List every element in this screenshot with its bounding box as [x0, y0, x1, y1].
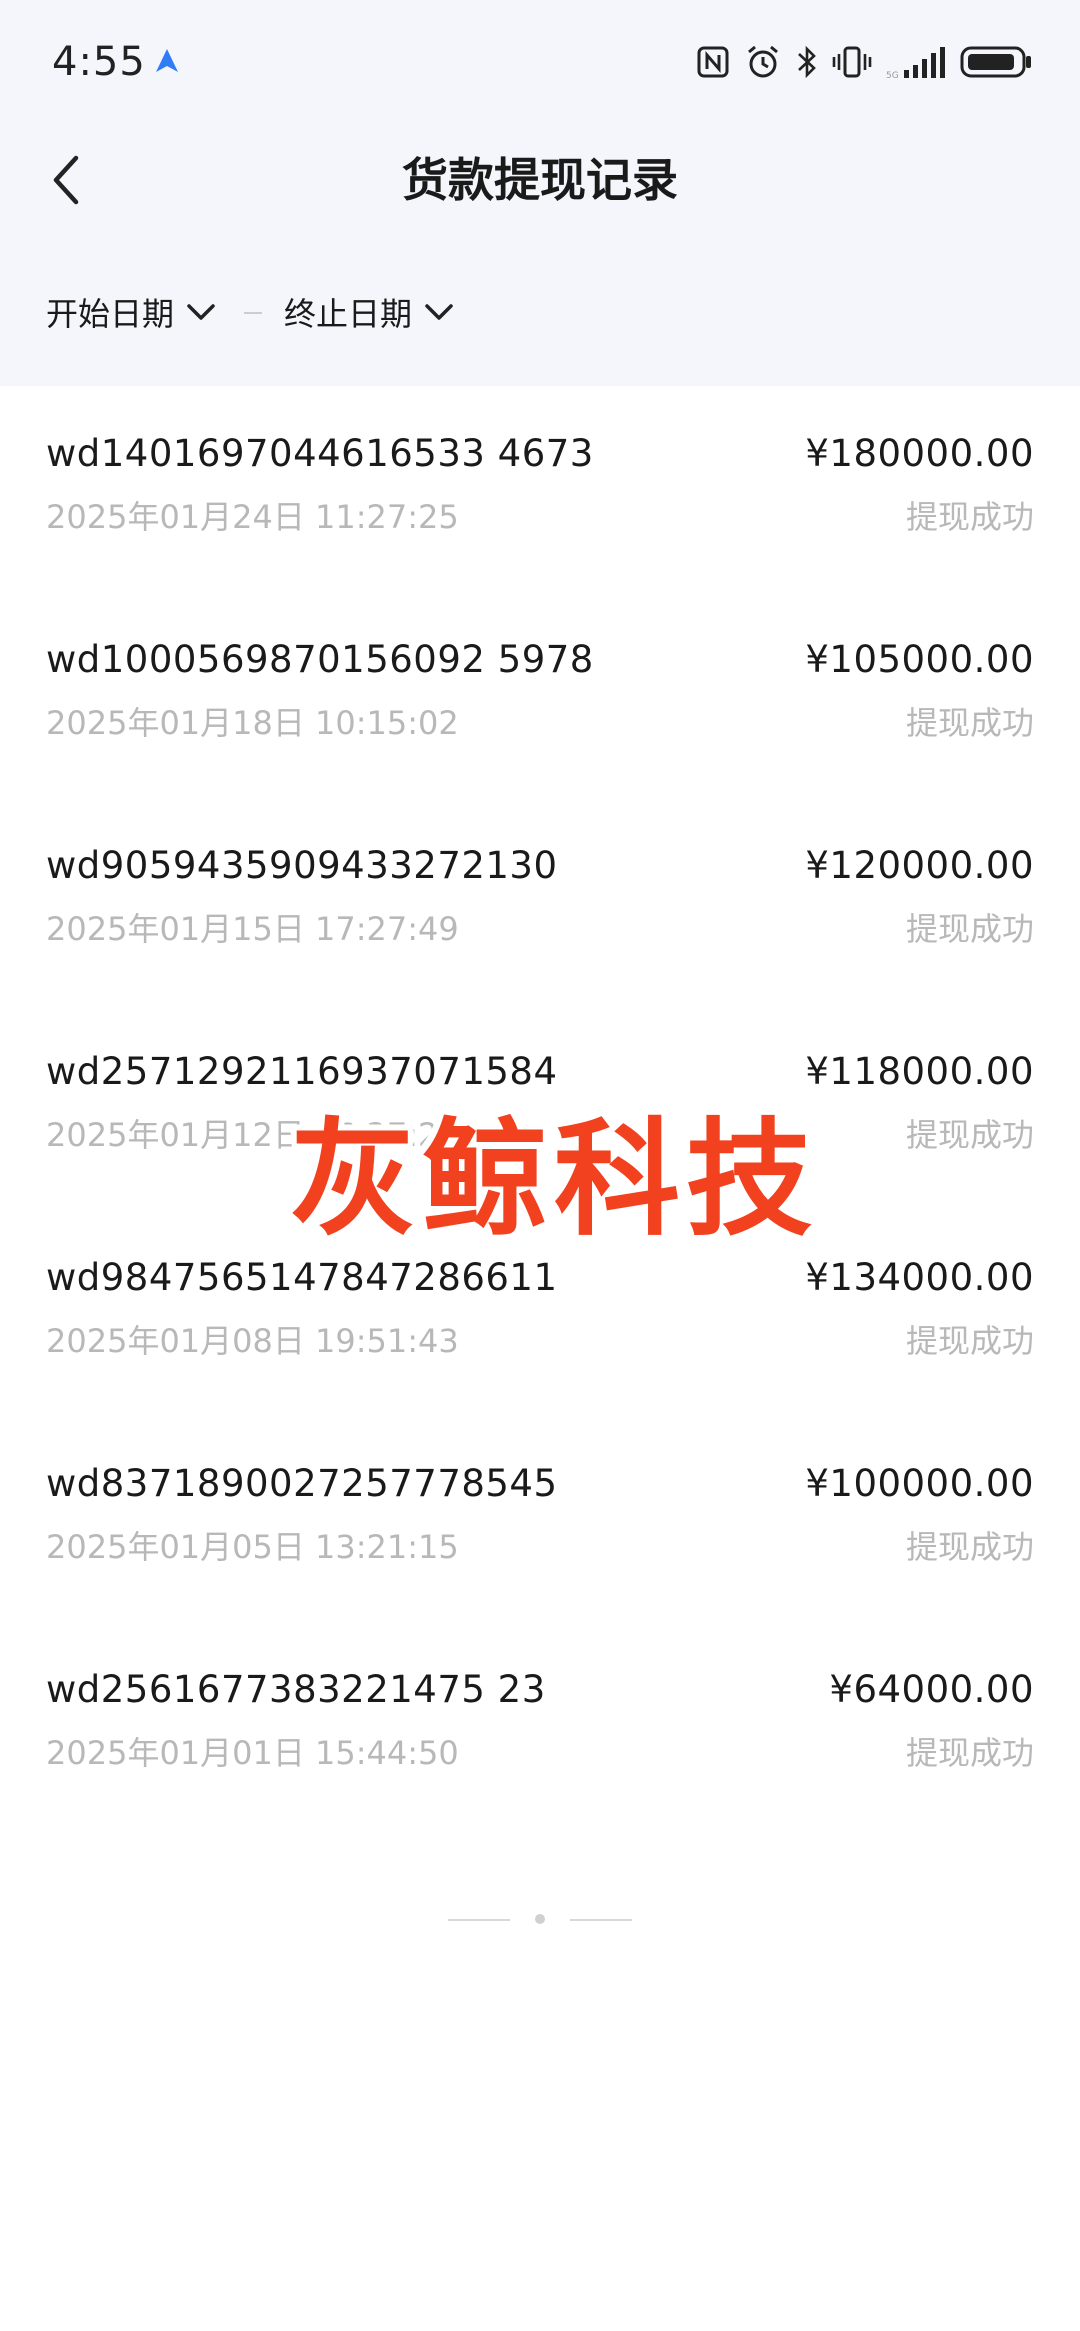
svg-text:5G: 5G — [886, 71, 899, 80]
list-item[interactable]: wd1401697044616533 4673 ¥180000.00 2025年… — [0, 386, 1080, 592]
bluetooth-icon — [798, 45, 816, 79]
record-status: 提现成功 — [905, 1322, 1034, 1360]
record-amount: ¥100000.00 — [805, 1462, 1034, 1505]
record-amount: ¥105000.00 — [805, 638, 1034, 681]
divider-dot — [535, 1914, 545, 1924]
record-amount: ¥180000.00 — [805, 432, 1034, 475]
record-status: 提现成功 — [905, 910, 1034, 948]
record-id: wd1401697044616533 4673 — [46, 432, 594, 475]
record-id: wd8371890027257778545 — [46, 1462, 558, 1505]
record-status: 提现成功 — [905, 1116, 1034, 1154]
list-end-indicator — [0, 1900, 1080, 1940]
record-time: 2025年01月15日 17:27:49 — [46, 910, 459, 948]
record-amount: ¥120000.00 — [805, 844, 1034, 887]
record-id: wd2571292116937071584 — [46, 1050, 558, 1093]
signal-icon: 5G — [886, 47, 945, 80]
navigation-app-icon — [156, 49, 178, 72]
chevron-down-icon — [425, 304, 453, 320]
list-item[interactable]: wd8371890027257778545 ¥100000.00 2025年01… — [0, 1416, 1080, 1622]
vibrate-icon — [832, 46, 872, 78]
record-status: 提现成功 — [905, 704, 1034, 742]
divider — [570, 1919, 632, 1921]
record-time: 2025年01月18日 10:15:02 — [46, 704, 459, 742]
list-item[interactable]: wd9059435909433272130 ¥120000.00 2025年01… — [0, 798, 1080, 1004]
list-item[interactable]: wd1000569870156092 5978 ¥105000.00 2025年… — [0, 592, 1080, 798]
end-date-label: 终止日期 — [284, 295, 413, 333]
record-status: 提现成功 — [905, 1528, 1034, 1566]
nfc-icon — [697, 46, 729, 78]
record-amount: ¥134000.00 — [805, 1256, 1034, 1299]
status-time: 4:55 — [52, 39, 146, 85]
filter-separator — [244, 312, 262, 314]
status-bar: 4:55 5G — [0, 0, 1080, 120]
record-amount: ¥118000.00 — [805, 1050, 1034, 1093]
list-item[interactable]: wd2561677383221475 23 ¥64000.00 2025年01月… — [0, 1622, 1080, 1828]
nav-bar: 货款提现记录 — [0, 120, 1080, 240]
record-id: wd9059435909433272130 — [46, 844, 558, 887]
battery-icon — [960, 46, 1031, 78]
end-date-filter[interactable]: 终止日期 — [284, 286, 454, 338]
record-id: wd1000569870156092 5978 — [46, 638, 594, 681]
alarm-icon — [748, 45, 778, 78]
watermark: 灰鲸科技 — [290, 1106, 818, 1253]
record-status: 提现成功 — [905, 498, 1034, 536]
record-id: wd2561677383221475 23 — [46, 1668, 546, 1711]
record-time: 2025年01月01日 15:44:50 — [46, 1734, 459, 1772]
divider — [448, 1919, 510, 1921]
date-filter-bar: 开始日期 终止日期 — [0, 280, 1080, 344]
page-title: 货款提现记录 — [402, 153, 678, 207]
record-status: 提现成功 — [905, 1734, 1034, 1772]
start-date-label: 开始日期 — [46, 295, 175, 333]
start-date-filter[interactable]: 开始日期 — [46, 286, 216, 338]
status-icons: 5G — [696, 40, 1032, 84]
record-time: 2025年01月08日 19:51:43 — [46, 1322, 459, 1360]
chevron-down-icon — [187, 304, 215, 320]
record-time: 2025年01月24日 11:27:25 — [46, 498, 459, 536]
record-time: 2025年01月05日 13:21:15 — [46, 1528, 459, 1566]
record-id: wd9847565147847286611 — [46, 1256, 558, 1299]
record-amount: ¥64000.00 — [829, 1668, 1034, 1711]
